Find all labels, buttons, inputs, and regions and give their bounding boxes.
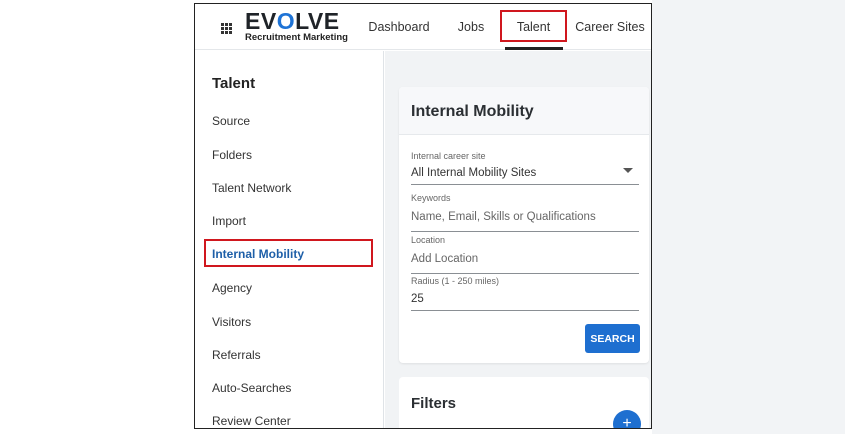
side-background <box>652 0 845 434</box>
nav-active-indicator <box>505 47 563 50</box>
sidebar-item-review-center[interactable]: Review Center <box>212 414 291 428</box>
sidebar-item-visitors[interactable]: Visitors <box>212 315 251 329</box>
sidebar-title: Talent <box>212 75 256 92</box>
nav-jobs[interactable]: Jobs <box>453 4 489 50</box>
radius-label: Radius (1 - 250 miles) <box>411 276 500 286</box>
sidebar-item-auto-searches[interactable]: Auto-Searches <box>212 381 291 395</box>
add-filter-button[interactable]: + <box>613 410 641 428</box>
career-site-label: Internal career site <box>411 151 486 161</box>
sidebar-item-agency[interactable]: Agency <box>212 281 252 295</box>
card-title: Internal Mobility <box>411 103 534 120</box>
sidebar-item-referrals[interactable]: Referrals <box>212 348 261 362</box>
location-input[interactable]: Add Location <box>411 253 478 265</box>
internal-mobility-card: Internal Mobility Internal career site A… <box>399 87 649 363</box>
grid-icon[interactable] <box>221 23 232 34</box>
sidebar-item-folders[interactable]: Folders <box>212 148 252 162</box>
logo-tagline: Recruitment Marketing <box>245 32 348 43</box>
radius-input[interactable]: 25 <box>411 293 424 305</box>
location-label: Location <box>411 235 446 245</box>
app-window: EVOLVE Recruitment Marketing Dashboard J… <box>194 3 652 429</box>
sidebar-item-talent-network[interactable]: Talent Network <box>212 181 291 195</box>
keywords-input[interactable]: Name, Email, Skills or Qualifications <box>411 211 596 223</box>
sidebar-item-internal-mobility[interactable]: Internal Mobility <box>212 247 304 261</box>
nav-talent-highlight <box>500 10 567 42</box>
keywords-underline <box>411 231 639 232</box>
sidebar: Talent Source Folders Talent Network Imp… <box>195 51 384 428</box>
main-content: Internal Mobility Internal career site A… <box>385 51 651 428</box>
filters-card: Filters + <box>399 377 649 428</box>
radius-underline <box>411 310 639 311</box>
career-site-underline <box>411 184 639 185</box>
sidebar-item-source[interactable]: Source <box>212 114 250 128</box>
logo-wordmark: EVOLVE <box>245 8 340 34</box>
card-header: Internal Mobility <box>399 87 649 135</box>
logo[interactable]: EVOLVE Recruitment Marketing <box>245 8 348 44</box>
sidebar-item-import[interactable]: Import <box>212 214 246 228</box>
filters-title: Filters <box>411 395 457 412</box>
top-header: EVOLVE Recruitment Marketing Dashboard J… <box>195 4 651 50</box>
search-button[interactable]: SEARCH <box>585 324 640 353</box>
nav-career-sites[interactable]: Career Sites <box>569 4 651 50</box>
location-underline <box>411 273 639 274</box>
keywords-label: Keywords <box>411 193 451 203</box>
career-site-select[interactable]: All Internal Mobility Sites <box>411 167 536 179</box>
chevron-down-icon[interactable] <box>623 168 633 173</box>
nav-dashboard[interactable]: Dashboard <box>367 4 431 50</box>
